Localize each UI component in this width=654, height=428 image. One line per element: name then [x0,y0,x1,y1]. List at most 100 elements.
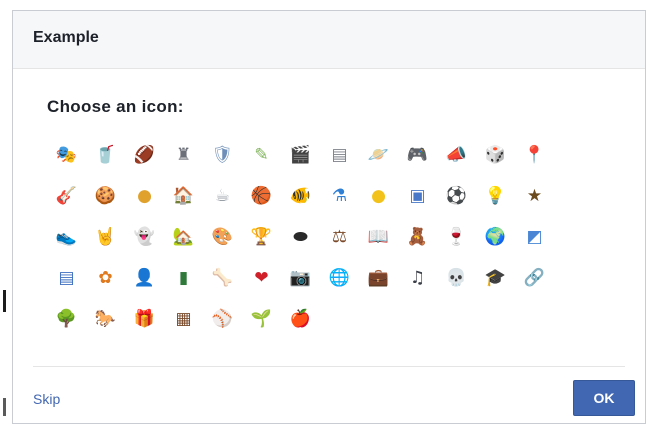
icon-option[interactable]: ♜ [164,135,203,176]
icon-option[interactable]: ⚖ [320,217,359,258]
icon-picker-dialog: Example Choose an icon: 🎭 🥤 🏈 ♜ 🛡 ✎ 🎬 ▤ 🪐 🎮 📣 🎲 📍 🎸 🍪 ●… [12,10,646,424]
icon-option[interactable]: 🌳 [47,299,86,340]
teddy-bear-icon: 🧸 [406,227,429,247]
icon-option[interactable]: 🏈 [125,135,164,176]
icon-option[interactable]: 🪐 [359,135,398,176]
icon-option[interactable]: 🏡 [164,217,203,258]
icon-option[interactable]: 🌐 [320,258,359,299]
pushpin-icon: 📍 [523,145,546,165]
light-bulb-icon: 💡 [484,186,507,206]
icon-option[interactable]: 🍷 [437,217,476,258]
icon-option[interactable]: 🧸 [398,217,437,258]
icon-option[interactable]: 🌱 [242,299,281,340]
yellow-ball-icon: ● [371,186,386,206]
icon-option[interactable]: 🎬 [281,135,320,176]
star-frame-icon: ★ [526,186,543,206]
icon-option[interactable]: 🍪 [86,176,125,217]
camera-icon: 📷 [289,268,312,288]
paint-swatch-icon: ✎ [254,145,269,165]
icon-option[interactable]: 🥤 [86,135,125,176]
icon-option[interactable]: ▣ [398,176,437,217]
icon-option[interactable]: 🏆 [242,217,281,258]
shield-icon: 🛡 [211,145,234,165]
icon-option[interactable]: 🎭 [47,135,86,176]
icon-option[interactable]: ✎ [242,135,281,176]
dialog-title: Example [33,29,99,46]
icon-option[interactable]: 👻 [125,217,164,258]
icon-option[interactable]: 🔗 [515,258,554,299]
icon-option[interactable]: 🛡 [203,135,242,176]
icon-option[interactable]: ● [125,176,164,217]
trophy-icon: 🏆 [250,227,273,247]
icon-option[interactable]: 📣 [437,135,476,176]
choose-icon-prompt: Choose an icon: [47,97,184,116]
baseball-icon: ⚾ [211,309,234,329]
icon-option[interactable]: ⚾ [203,299,242,340]
icon-option[interactable]: ⚽ [437,176,476,217]
icon-option[interactable]: ♫ [398,258,437,299]
icon-option[interactable]: 🎁 [125,299,164,340]
gavel-icon: ⚖ [331,227,348,247]
icon-option[interactable]: ◩ [515,217,554,258]
megaphone-icon: 📣 [445,145,468,165]
icon-option[interactable]: 🐎 [86,299,125,340]
icon-option[interactable]: 📷 [281,258,320,299]
icon-option[interactable]: 🌍 [476,217,515,258]
globe-icon: 🌍 [484,227,507,247]
icon-option[interactable]: 🎓 [476,258,515,299]
potted-plant-icon: 🌱 [250,309,273,329]
ok-button[interactable]: OK [573,380,635,416]
icon-option[interactable]: 💼 [359,258,398,299]
icon-option[interactable]: ⚗ [320,176,359,217]
icon-option[interactable]: ✿ [86,258,125,299]
document-icon: ▤ [331,145,348,165]
icon-option[interactable]: 🎸 [47,176,86,217]
sneaker-icon: 👟 [55,227,78,247]
icon-option[interactable]: ▤ [320,135,359,176]
apple-icon: 🍎 [289,309,312,329]
coffee-mug-icon: ☕ [214,186,231,206]
icon-option[interactable]: 🏠 [164,176,203,217]
dice-icon: 🎲 [484,145,507,165]
icon-option[interactable]: 📖 [359,217,398,258]
icon-option[interactable]: 🐠 [281,176,320,217]
icon-grid: 🎭 🥤 🏈 ♜ 🛡 ✎ 🎬 ▤ 🪐 🎮 📣 🎲 📍 🎸 🍪 ● 🏠 ☕ 🏀 🐠 ⚗ ● ▣ ⚽ 💡 ★ 👟 🤘 👻 🏡 🎨 🏆 ⬬ ⚖ 📖 🧸 🍷 🌍 ◩ ▤… [47,135,554,340]
cookie-icon: 🍪 [94,186,117,206]
icon-option[interactable]: ● [359,176,398,217]
gold-coin-icon: ● [137,186,152,206]
icon-option[interactable]: 🏀 [242,176,281,217]
icon-option[interactable]: ⬬ [281,217,320,258]
hockey-puck-icon: ⬬ [293,227,308,247]
icon-option[interactable]: 💀 [437,258,476,299]
icon-option[interactable]: ★ [515,176,554,217]
film-clapper-icon: 🎬 [289,145,312,165]
icon-option[interactable]: 👟 [47,217,86,258]
icon-option[interactable]: 📍 [515,135,554,176]
icon-option[interactable]: 🎨 [203,217,242,258]
edge-mark [3,398,6,416]
icon-option[interactable]: ☕ [203,176,242,217]
planet-icon: 🪐 [367,145,390,165]
icon-option[interactable]: 🎮 [398,135,437,176]
skip-link[interactable]: Skip [33,391,60,407]
footer-divider [33,366,625,367]
icon-option[interactable]: 🦴 [203,258,242,299]
house-icon: 🏠 [172,186,195,206]
icon-option[interactable]: ▤ [47,258,86,299]
icon-option[interactable]: ▮ [164,258,203,299]
icon-option[interactable]: 🍎 [281,299,320,340]
contact-card-icon: ▤ [58,268,75,288]
icon-option[interactable]: 👤 [125,258,164,299]
icon-option[interactable]: ▦ [164,299,203,340]
desk-globe-icon: 🌐 [328,268,351,288]
notepad-icon: ▣ [409,186,426,206]
icon-option[interactable]: 🤘 [86,217,125,258]
window-icon: ◩ [526,227,543,247]
rock-hand-icon: 🤘 [94,227,117,247]
icon-option[interactable]: 💡 [476,176,515,217]
icon-option[interactable]: 🎲 [476,135,515,176]
edge-mark [3,290,6,312]
tree-icon: 🌳 [55,309,78,329]
page-edge [0,0,10,428]
icon-option[interactable]: ❤ [242,258,281,299]
